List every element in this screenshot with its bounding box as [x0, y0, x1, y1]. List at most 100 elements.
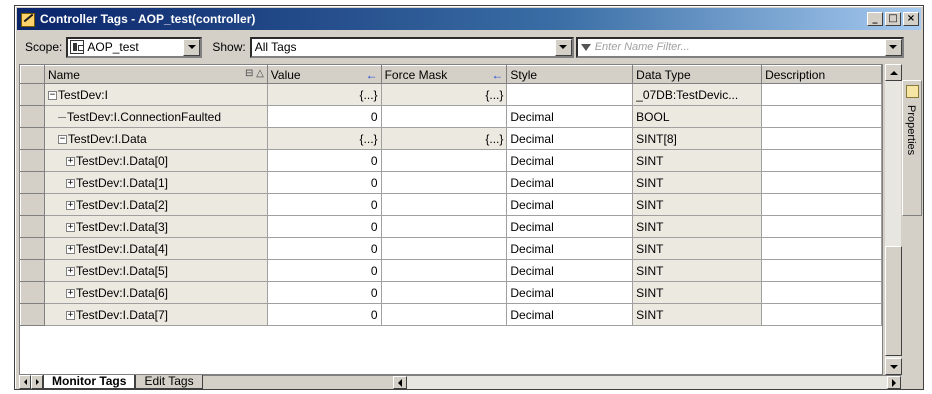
data-type-cell[interactable]: BOOL	[632, 105, 763, 128]
expand-icon[interactable]: +	[65, 222, 75, 232]
table-row[interactable]: + TestDev:I.Data[1] 0 Decimal SINT	[20, 171, 882, 194]
expand-icon[interactable]: +	[65, 288, 75, 298]
value-cell[interactable]: 0	[267, 303, 382, 326]
style-cell[interactable]: Decimal	[506, 259, 634, 282]
column-header-value[interactable]: Value ←	[266, 65, 382, 84]
data-type-cell[interactable]: _07DB:TestDevic...	[632, 83, 763, 106]
tag-name-cell[interactable]: + TestDev:I.Data[4]	[44, 237, 268, 260]
expand-icon[interactable]: +	[65, 266, 75, 276]
description-cell[interactable]	[761, 259, 882, 282]
row-selector[interactable]	[20, 259, 45, 282]
table-row[interactable]: − TestDev:I {...} {...} _07DB:TestDevic...	[20, 83, 882, 106]
data-type-cell[interactable]: SINT[8]	[632, 127, 763, 150]
style-cell[interactable]: Decimal	[506, 127, 634, 150]
table-row[interactable]: + TestDev:I.Data[0] 0 Decimal SINT	[20, 149, 882, 172]
close-button[interactable]: ×	[903, 12, 919, 26]
style-cell[interactable]: Decimal	[506, 193, 634, 216]
style-cell[interactable]: Decimal	[506, 215, 634, 238]
style-cell[interactable]: Decimal	[506, 149, 634, 172]
description-cell[interactable]	[761, 105, 882, 128]
value-cell[interactable]: 0	[267, 259, 382, 282]
row-selector[interactable]	[20, 83, 45, 106]
row-selector[interactable]	[20, 127, 45, 150]
scope-dropdown[interactable]: AOP_test	[66, 36, 203, 58]
data-type-cell[interactable]: SINT	[632, 193, 763, 216]
data-type-cell[interactable]: SINT	[632, 303, 763, 326]
column-header-style[interactable]: Style	[506, 65, 634, 84]
description-cell[interactable]	[761, 215, 882, 238]
maximize-button[interactable]: □	[885, 12, 901, 26]
style-cell[interactable]: Decimal	[506, 237, 634, 260]
name-filter-input[interactable]: Enter Name Filter...	[575, 36, 904, 58]
value-cell[interactable]: {...}	[267, 83, 382, 106]
tab-scroll-right-button[interactable]	[31, 375, 43, 389]
force-mask-cell[interactable]	[381, 193, 508, 216]
scroll-down-button[interactable]	[885, 358, 902, 375]
row-selector-header[interactable]	[20, 65, 45, 84]
scroll-left-button[interactable]	[392, 376, 407, 389]
row-selector[interactable]	[20, 105, 45, 128]
collapse-icon[interactable]: −	[47, 90, 57, 100]
value-cell[interactable]: 0	[267, 281, 382, 304]
vertical-scrollbar[interactable]	[884, 64, 902, 375]
tag-name-cell[interactable]: + TestDev:I.Data[0]	[44, 149, 268, 172]
value-cell[interactable]: 0	[267, 105, 382, 128]
description-cell[interactable]	[761, 83, 882, 106]
expand-icon[interactable]: +	[65, 200, 75, 210]
description-cell[interactable]	[761, 193, 882, 216]
description-cell[interactable]	[761, 127, 882, 150]
tag-name-cell[interactable]: + TestDev:I.Data[3]	[44, 215, 268, 238]
style-cell[interactable]: Decimal	[506, 281, 634, 304]
data-type-cell[interactable]: SINT	[632, 171, 763, 194]
data-type-cell[interactable]: SINT	[632, 259, 763, 282]
data-type-cell[interactable]: SINT	[632, 215, 763, 238]
row-selector[interactable]	[20, 215, 45, 238]
row-selector[interactable]	[20, 193, 45, 216]
table-row[interactable]: + TestDev:I.Data[2] 0 Decimal SINT	[20, 193, 882, 216]
chevron-down-icon[interactable]	[183, 38, 201, 56]
chevron-down-icon[interactable]	[554, 38, 572, 56]
tag-name-cell[interactable]: + TestDev:I.Data[1]	[44, 171, 268, 194]
tab-scroll-left-button[interactable]	[19, 375, 31, 389]
value-cell[interactable]: 0	[267, 149, 382, 172]
table-row[interactable]: TestDev:I.ConnectionFaulted 0 Decimal BOOL	[20, 105, 882, 128]
column-header-description[interactable]: Description	[761, 65, 882, 84]
tag-grid[interactable]: Name ⊟ △ Value ← Force Mask ← Style Data Ty…	[19, 64, 883, 375]
table-row[interactable]: + TestDev:I.Data[3] 0 Decimal SINT	[20, 215, 882, 238]
tag-name-cell[interactable]: − TestDev:I	[44, 83, 268, 106]
force-mask-cell[interactable]	[381, 105, 508, 128]
style-cell[interactable]: Decimal	[506, 303, 634, 326]
chevron-down-icon[interactable]	[884, 38, 902, 56]
table-row[interactable]: + TestDev:I.Data[4] 0 Decimal SINT	[20, 237, 882, 260]
force-mask-cell[interactable]	[381, 171, 508, 194]
tag-name-cell[interactable]: − TestDev:I.Data	[44, 127, 268, 150]
data-type-cell[interactable]: SINT	[632, 237, 763, 260]
description-cell[interactable]	[761, 171, 882, 194]
value-cell[interactable]: {...}	[267, 127, 382, 150]
tag-name-cell[interactable]: + TestDev:I.Data[2]	[44, 193, 268, 216]
data-type-cell[interactable]: SINT	[632, 149, 763, 172]
description-cell[interactable]	[761, 149, 882, 172]
row-selector[interactable]	[20, 281, 45, 304]
table-row[interactable]: + TestDev:I.Data[5] 0 Decimal SINT	[20, 259, 882, 282]
scroll-up-button[interactable]	[885, 64, 902, 81]
force-mask-cell[interactable]: {...}	[381, 83, 508, 106]
expand-icon[interactable]: +	[65, 156, 75, 166]
row-selector[interactable]	[20, 237, 45, 260]
data-type-cell[interactable]: SINT	[632, 281, 763, 304]
table-row[interactable]: − TestDev:I.Data {...} {...} Decimal SINT[8]	[20, 127, 882, 150]
properties-panel-tab[interactable]: Properties	[902, 80, 922, 216]
force-mask-cell[interactable]: {...}	[381, 127, 508, 150]
expand-icon[interactable]: +	[65, 310, 75, 320]
value-cell[interactable]: 0	[267, 193, 382, 216]
sort-ascending-icon[interactable]: ⊟ △	[245, 68, 264, 79]
collapse-icon[interactable]: −	[57, 134, 67, 144]
tab-edit-tags[interactable]: Edit Tags	[135, 375, 203, 389]
expand-icon[interactable]: +	[65, 244, 75, 254]
force-mask-cell[interactable]	[381, 281, 508, 304]
force-mask-cell[interactable]	[381, 259, 508, 282]
description-cell[interactable]	[761, 237, 882, 260]
scroll-right-button[interactable]	[887, 376, 901, 389]
title-bar[interactable]: Controller Tags - AOP_test(controller) _…	[17, 8, 921, 30]
minimize-button[interactable]: _	[867, 12, 883, 26]
